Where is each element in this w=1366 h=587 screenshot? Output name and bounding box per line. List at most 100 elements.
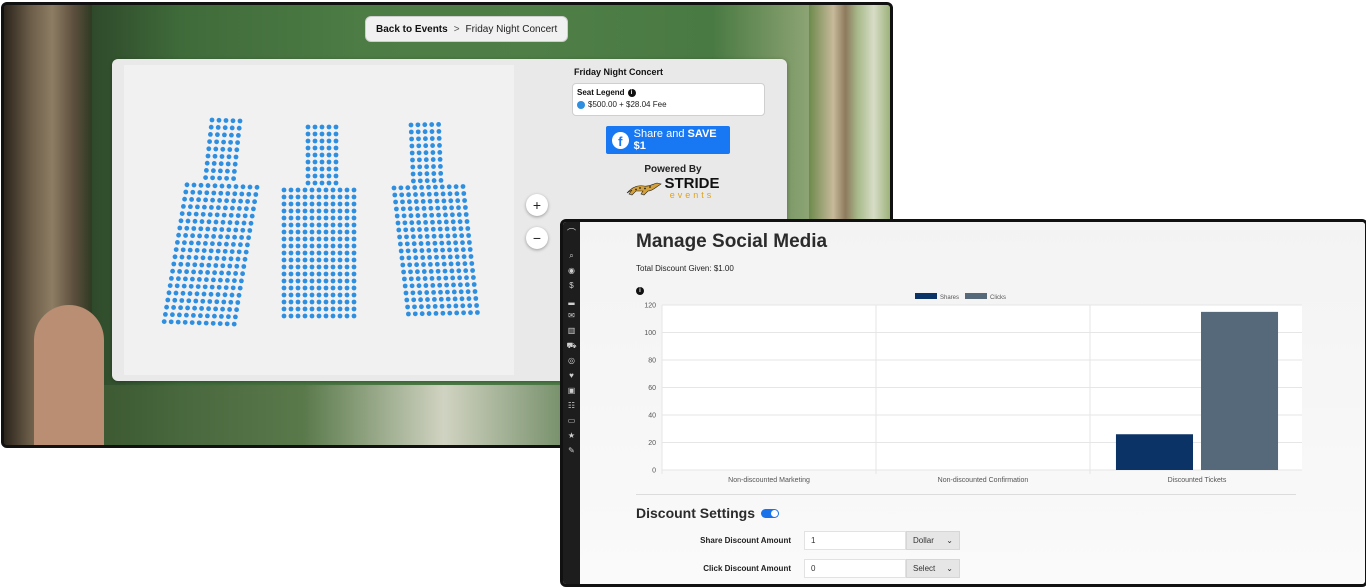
seat[interactable]	[421, 269, 427, 274]
seat[interactable]	[219, 183, 225, 189]
seat[interactable]	[281, 278, 287, 284]
seat[interactable]	[458, 282, 463, 288]
seat[interactable]	[211, 168, 216, 174]
seat[interactable]	[344, 250, 350, 256]
seat[interactable]	[319, 145, 325, 151]
seat[interactable]	[184, 312, 189, 318]
seat[interactable]	[183, 189, 189, 195]
seat[interactable]	[439, 303, 445, 309]
seat[interactable]	[431, 290, 436, 295]
seat[interactable]	[174, 283, 180, 289]
ticket-icon[interactable]: ▭	[563, 413, 580, 428]
seat[interactable]	[323, 208, 329, 214]
seat[interactable]	[411, 234, 416, 240]
seat[interactable]	[466, 233, 471, 238]
seat[interactable]	[288, 208, 294, 214]
seat[interactable]	[288, 292, 294, 298]
seat[interactable]	[295, 299, 301, 305]
seat[interactable]	[351, 222, 357, 228]
seat[interactable]	[404, 234, 409, 240]
seat[interactable]	[204, 277, 209, 283]
seat[interactable]	[416, 220, 422, 225]
seat[interactable]	[204, 190, 210, 196]
seat[interactable]	[472, 289, 478, 294]
seat[interactable]	[212, 226, 218, 232]
seat[interactable]	[455, 261, 461, 267]
seat[interactable]	[428, 262, 433, 267]
seat[interactable]	[423, 136, 428, 142]
seat[interactable]	[415, 269, 420, 275]
seat[interactable]	[425, 304, 431, 309]
seat[interactable]	[229, 292, 235, 298]
seat[interactable]	[410, 157, 415, 163]
seat[interactable]	[438, 289, 443, 295]
seat[interactable]	[447, 254, 453, 260]
seat[interactable]	[184, 269, 189, 275]
seat[interactable]	[309, 222, 315, 228]
seat[interactable]	[464, 219, 470, 224]
seat[interactable]	[295, 222, 301, 228]
seat[interactable]	[281, 306, 287, 312]
seat[interactable]	[333, 166, 339, 172]
seat[interactable]	[437, 226, 443, 232]
seat[interactable]	[432, 297, 437, 302]
seat[interactable]	[406, 255, 412, 261]
seat[interactable]	[302, 285, 308, 291]
seat[interactable]	[412, 311, 418, 317]
seat[interactable]	[409, 220, 415, 226]
seat[interactable]	[198, 226, 204, 232]
seat[interactable]	[218, 190, 224, 196]
seat[interactable]	[288, 215, 294, 221]
seat[interactable]	[326, 152, 332, 158]
seat[interactable]	[185, 262, 191, 267]
seat[interactable]	[210, 197, 215, 203]
click-discount-type-select[interactable]: Select ⌄	[906, 559, 960, 578]
seat[interactable]	[197, 233, 202, 239]
seat[interactable]	[205, 270, 210, 275]
seat[interactable]	[244, 206, 249, 212]
seat[interactable]	[463, 212, 469, 217]
seat[interactable]	[330, 285, 336, 291]
seat[interactable]	[295, 285, 301, 291]
seat[interactable]	[222, 248, 228, 254]
seat[interactable]	[219, 270, 224, 276]
seat[interactable]	[433, 184, 438, 190]
seat[interactable]	[319, 173, 325, 179]
seat[interactable]	[175, 319, 181, 325]
seat[interactable]	[344, 313, 350, 319]
seat[interactable]	[295, 229, 301, 235]
seat[interactable]	[423, 150, 429, 156]
seat[interactable]	[426, 184, 431, 190]
seat[interactable]	[337, 222, 343, 228]
seat[interactable]	[309, 299, 315, 305]
seat[interactable]	[224, 175, 229, 181]
seat[interactable]	[407, 262, 413, 268]
seat[interactable]	[254, 184, 260, 190]
seat[interactable]	[330, 257, 336, 263]
seat[interactable]	[406, 311, 411, 317]
seat[interactable]	[183, 276, 188, 282]
seat[interactable]	[422, 276, 428, 281]
seat[interactable]	[466, 296, 472, 302]
zoom-out-button[interactable]: −	[526, 227, 548, 249]
seat[interactable]	[231, 321, 237, 327]
seat[interactable]	[226, 154, 232, 160]
seat[interactable]	[451, 226, 457, 232]
seat[interactable]	[448, 198, 454, 204]
seat[interactable]	[206, 219, 212, 225]
seat[interactable]	[344, 208, 350, 214]
seat[interactable]	[302, 194, 308, 200]
seat[interactable]	[295, 243, 301, 249]
seat[interactable]	[333, 138, 339, 144]
seat[interactable]	[241, 264, 247, 269]
seat[interactable]	[224, 198, 229, 204]
seat[interactable]	[436, 212, 441, 218]
seat[interactable]	[459, 296, 465, 302]
seat[interactable]	[333, 131, 339, 137]
seat[interactable]	[415, 213, 421, 218]
seat[interactable]	[337, 208, 343, 214]
seat[interactable]	[295, 208, 301, 214]
seat[interactable]	[309, 264, 315, 270]
book-icon[interactable]: ▣	[563, 383, 580, 398]
seat[interactable]	[423, 283, 429, 288]
